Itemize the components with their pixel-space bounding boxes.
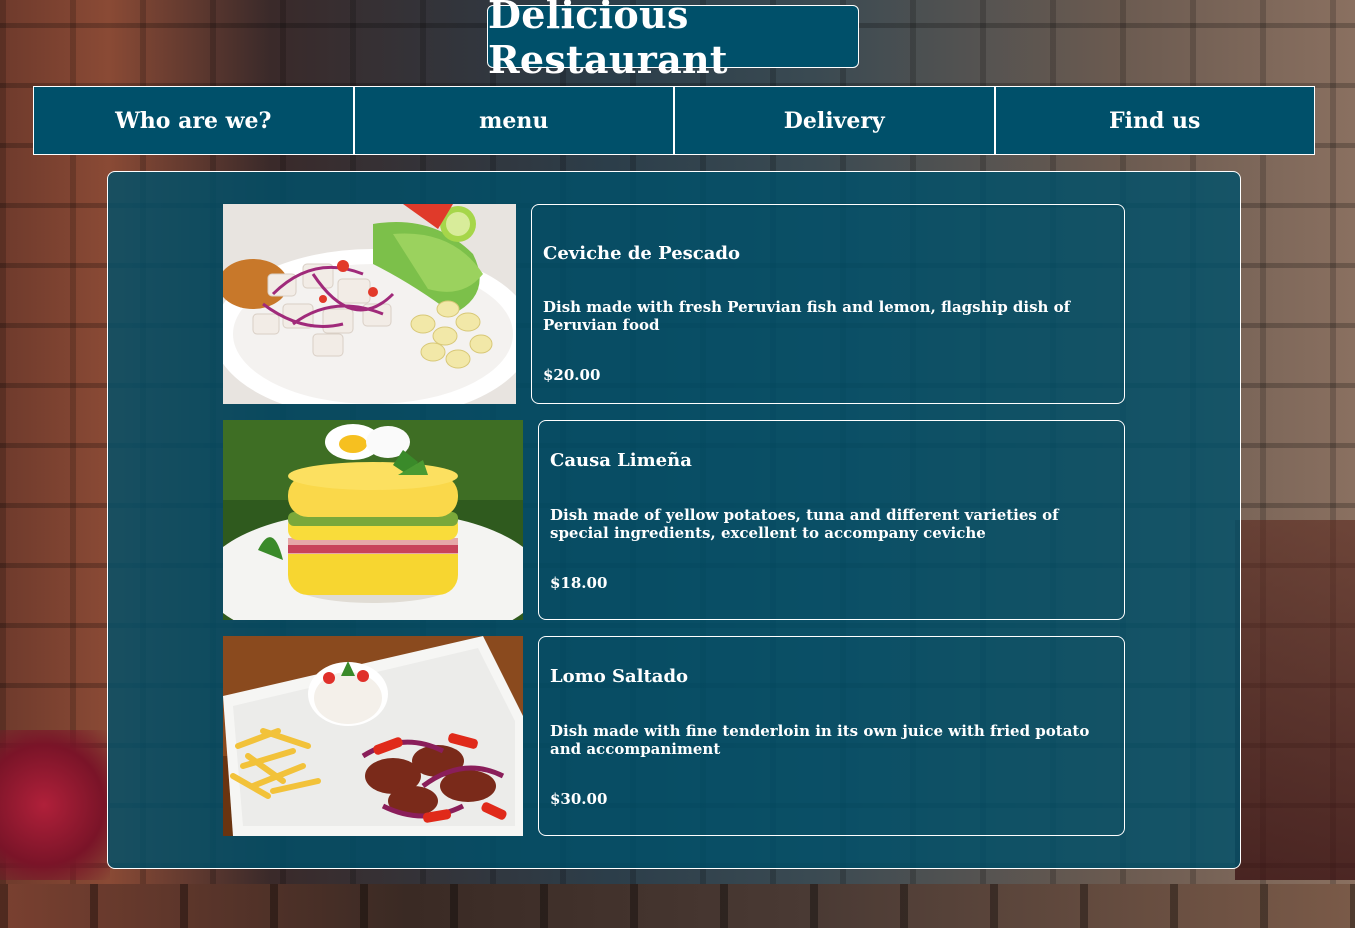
menu-panel: Ceviche de Pescado Dish made with fresh … — [107, 171, 1241, 869]
dish-name: Lomo Saltado — [550, 666, 689, 687]
dish-description: Dish made with fine tenderloin in its ow… — [550, 722, 1090, 758]
background-strip — [0, 884, 1355, 928]
causa-photo — [223, 420, 523, 620]
lomo-saltado-photo — [223, 636, 523, 836]
main-navigation: Who are we? menu Delivery Find us — [33, 86, 1315, 155]
nav-item-find-us[interactable]: Find us — [994, 86, 1315, 155]
dish-description: Dish made of yellow potatoes, tuna and d… — [550, 506, 1059, 542]
ceviche-image — [223, 204, 516, 404]
nav-item-menu[interactable]: menu — [353, 86, 674, 155]
dish-price: $30.00 — [550, 790, 608, 808]
dish-name: Causa Limeña — [550, 450, 692, 471]
dish-name: Ceviche de Pescado — [543, 243, 740, 264]
page-title: Delicious Restaurant — [487, 0, 859, 82]
dish-price: $18.00 — [550, 574, 608, 592]
lomo-saltado-image — [223, 636, 523, 836]
causa-image — [223, 420, 523, 620]
nav-item-delivery[interactable]: Delivery — [674, 86, 995, 155]
dish-card-lomo-saltado[interactable]: Lomo Saltado Dish made with fine tenderl… — [538, 636, 1125, 836]
nav-item-who-are-we[interactable]: Who are we? — [33, 86, 354, 155]
dish-card-ceviche[interactable]: Ceviche de Pescado Dish made with fresh … — [531, 204, 1125, 404]
dish-description: Dish made with fresh Peruvian fish and l… — [543, 298, 1071, 334]
ceviche-photo — [223, 204, 516, 404]
dish-price: $20.00 — [543, 366, 601, 384]
background-decoration — [1235, 520, 1355, 880]
dish-card-causa[interactable]: Causa Limeña Dish made of yellow potatoe… — [538, 420, 1125, 620]
background-decoration — [0, 730, 110, 880]
